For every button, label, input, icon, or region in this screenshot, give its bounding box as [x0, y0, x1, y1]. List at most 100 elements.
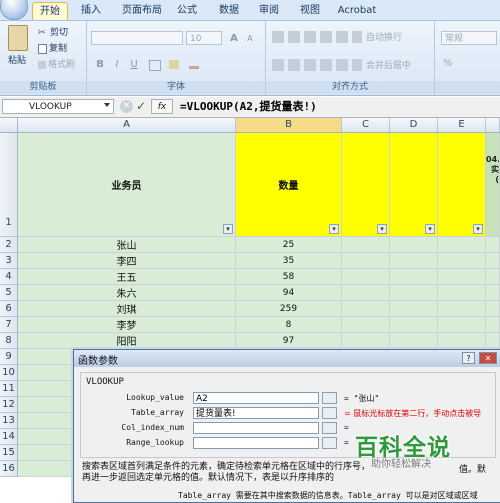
tab-home[interactable]: 开始: [32, 2, 68, 20]
cell-c[interactable]: [342, 269, 390, 285]
font-size-combo[interactable]: 10: [186, 31, 222, 45]
bold-button[interactable]: B: [92, 57, 108, 73]
cut-button[interactable]: ✂ 剪切: [38, 25, 68, 39]
column-header-a[interactable]: A: [18, 118, 236, 132]
tab-review[interactable]: 审阅: [254, 2, 284, 19]
cell-e[interactable]: [438, 301, 486, 317]
paste-button[interactable]: 粘贴: [8, 53, 26, 66]
office-button[interactable]: [0, 0, 28, 20]
cell-f[interactable]: [486, 301, 500, 317]
row-header[interactable]: 8: [0, 333, 18, 349]
cell-f[interactable]: [486, 285, 500, 301]
arg-input-table-array[interactable]: 提货量表!: [193, 407, 319, 419]
merge-center-button[interactable]: 合并后居中: [366, 58, 411, 71]
column-header-d[interactable]: D: [390, 118, 438, 132]
row-header[interactable]: 3: [0, 253, 18, 269]
cell-c[interactable]: [342, 253, 390, 269]
cell-f[interactable]: [486, 269, 500, 285]
row-header[interactable]: 2: [0, 237, 18, 253]
cell-d[interactable]: [390, 237, 438, 253]
column-header-c[interactable]: C: [342, 118, 390, 132]
cell-c[interactable]: [342, 301, 390, 317]
cell-e[interactable]: [438, 285, 486, 301]
collapse-dialog-button[interactable]: [322, 422, 337, 434]
row-header[interactable]: 6: [0, 301, 18, 317]
font-color-icon[interactable]: [189, 60, 199, 69]
italic-button[interactable]: I: [109, 57, 125, 73]
format-painter-button[interactable]: 格式刷: [38, 57, 75, 70]
salesperson-cell[interactable]: 朱六: [18, 285, 236, 301]
cancel-icon[interactable]: ✕: [120, 100, 133, 113]
tab-acrobat[interactable]: Acrobat: [333, 2, 381, 19]
header-cell-e[interactable]: ▾: [438, 133, 486, 237]
quantity-cell[interactable]: 35: [236, 253, 342, 269]
cell-f[interactable]: [486, 333, 500, 349]
copy-button[interactable]: 复制: [38, 41, 67, 54]
collapse-dialog-button[interactable]: [322, 437, 337, 449]
cell-d[interactable]: [390, 253, 438, 269]
close-icon[interactable]: ✕: [479, 352, 497, 364]
formula-input[interactable]: =VLOOKUP(A2,提货量表!): [180, 99, 498, 114]
row-header[interactable]: 11: [0, 381, 18, 397]
row-header[interactable]: 7: [0, 317, 18, 333]
fill-color-icon[interactable]: [169, 60, 179, 69]
salesperson-cell[interactable]: 李四: [18, 253, 236, 269]
dialog-title-bar[interactable]: 函数参数 ? ✕: [74, 350, 500, 367]
insert-function-button[interactable]: fx: [151, 99, 173, 114]
row-header[interactable]: 9: [0, 349, 18, 365]
row-header[interactable]: 13: [0, 413, 18, 429]
filter-dropdown-icon[interactable]: ▾: [329, 224, 339, 234]
vertical-align-icons[interactable]: [272, 31, 362, 43]
cell-c[interactable]: [342, 285, 390, 301]
quantity-cell[interactable]: 259: [236, 301, 342, 317]
cell-d[interactable]: [390, 333, 438, 349]
arg-input-range-lookup[interactable]: [193, 437, 319, 449]
column-header-b[interactable]: B: [236, 118, 342, 132]
tab-data[interactable]: 数据: [214, 2, 244, 19]
cell-d[interactable]: [390, 269, 438, 285]
quantity-cell[interactable]: 25: [236, 237, 342, 253]
quantity-cell[interactable]: 58: [236, 269, 342, 285]
salesperson-cell[interactable]: 刘琪: [18, 301, 236, 317]
header-cell-salesperson[interactable]: 业务员 ▾: [18, 133, 236, 237]
tab-view[interactable]: 视图: [295, 2, 325, 19]
row-header-1[interactable]: 1: [0, 133, 18, 237]
header-cell-quantity[interactable]: 数量 ▾: [236, 133, 342, 237]
cell-f[interactable]: [486, 237, 500, 253]
underline-button[interactable]: U: [126, 57, 142, 73]
arg-input-lookup-value[interactable]: A2: [193, 392, 319, 404]
row-header[interactable]: 10: [0, 365, 18, 381]
filter-dropdown-icon[interactable]: ▾: [473, 224, 483, 234]
header-cell-d[interactable]: ▾: [390, 133, 438, 237]
filter-dropdown-icon[interactable]: ▾: [425, 224, 435, 234]
column-header-e[interactable]: E: [438, 118, 486, 132]
cell-e[interactable]: [438, 253, 486, 269]
quantity-cell[interactable]: 94: [236, 285, 342, 301]
wrap-text-button[interactable]: 自动换行: [366, 30, 402, 43]
horizontal-align-icons[interactable]: [272, 59, 362, 71]
select-all-corner[interactable]: [0, 118, 18, 132]
cell-d[interactable]: [390, 317, 438, 333]
tab-page-layout[interactable]: 页面布局: [116, 2, 168, 19]
row-header[interactable]: 15: [0, 445, 18, 461]
collapse-dialog-button[interactable]: [322, 407, 337, 419]
border-icon[interactable]: [149, 60, 161, 71]
cell-f[interactable]: [486, 317, 500, 333]
font-name-combo[interactable]: [91, 31, 183, 45]
header-cell-f[interactable]: 04. 实 (: [486, 133, 500, 237]
filter-dropdown-icon[interactable]: ▾: [377, 224, 387, 234]
arg-input-col-index-num[interactable]: [193, 422, 319, 434]
cell-d[interactable]: [390, 285, 438, 301]
cell-e[interactable]: [438, 269, 486, 285]
tab-insert[interactable]: 插入: [76, 2, 106, 19]
salesperson-cell[interactable]: 李梦: [18, 317, 236, 333]
cell-c[interactable]: [342, 333, 390, 349]
cell-e[interactable]: [438, 237, 486, 253]
row-header[interactable]: 14: [0, 429, 18, 445]
grow-font-button[interactable]: A: [226, 31, 242, 47]
enter-icon[interactable]: ✓: [136, 99, 146, 113]
tab-formulas[interactable]: 公式: [172, 2, 202, 19]
cell-d[interactable]: [390, 301, 438, 317]
quantity-cell[interactable]: 97: [236, 333, 342, 349]
cell-c[interactable]: [342, 317, 390, 333]
